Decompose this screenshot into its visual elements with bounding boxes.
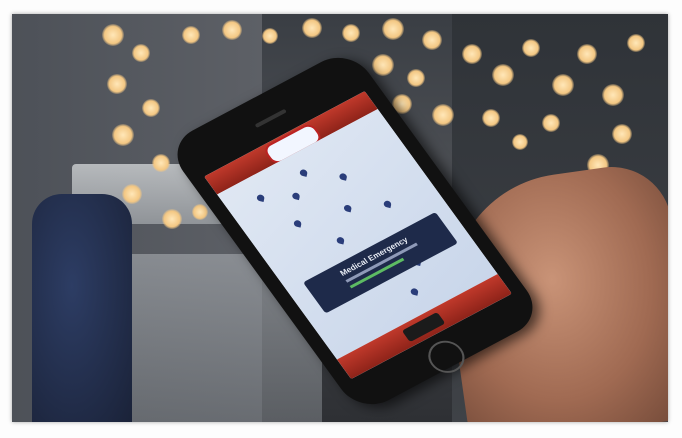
map-pin-icon [383, 200, 392, 209]
map-pin-icon [299, 168, 308, 177]
map-pin-icon [256, 193, 265, 202]
map-pin-icon [291, 192, 301, 201]
photo-frame: Medical Emergency [0, 0, 682, 438]
map-pin-icon [336, 236, 345, 245]
map-pin-icon [338, 172, 348, 181]
popup-title: Medical Emergency [338, 235, 410, 278]
map-pin-icon [410, 287, 419, 296]
phone-speaker [254, 108, 287, 128]
photo: Medical Emergency [12, 14, 668, 422]
emergency-popup: Medical Emergency [303, 212, 459, 314]
map-pin-icon [343, 204, 353, 213]
blue-chair [32, 194, 132, 422]
map-pin-icon [293, 219, 302, 228]
